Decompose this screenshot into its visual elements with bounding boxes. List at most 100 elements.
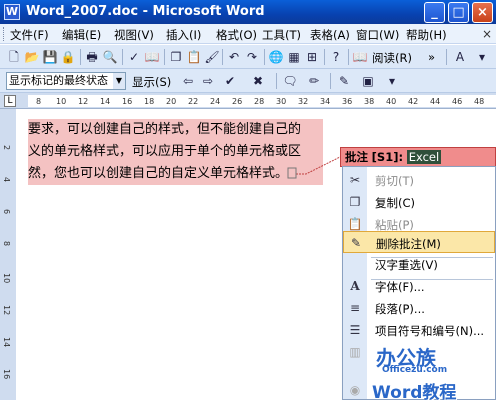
horizontal-ruler[interactable]: L 8 10 12 14 16 18 20 22 24 26 28 30 32 … [0, 93, 496, 109]
menu-insert[interactable]: 插入(I) [166, 27, 201, 43]
document-close-button[interactable]: × [482, 27, 492, 41]
format-painter-icon[interactable]: 🖌 [204, 49, 220, 65]
menu-item-label: 复制(C) [375, 196, 416, 210]
ruler-tick: 46 [452, 97, 463, 106]
comment-text-selected[interactable]: Excel [406, 150, 442, 164]
ruler-tick: 40 [386, 97, 397, 106]
standard-toolbar: 🗋 📂 💾 🔒 🖶 🔍 ✓ 📖 ❐ 📋 🖌 ↶ ↷ 🌐 ▦ ⊞ ? 📖 阅读(R… [0, 45, 496, 69]
document-line[interactable]: 然，您也可以创建自己的自定义单元格样式。 [28, 163, 323, 185]
highlight-icon[interactable]: ✏ [306, 73, 322, 89]
vruler-tick: 6 [2, 209, 11, 215]
ruler-tick: 30 [276, 97, 287, 106]
new-document-icon[interactable]: 🗋 [6, 49, 22, 65]
minimize-button[interactable]: _ [424, 2, 445, 23]
menu-format[interactable]: 格式(O) [216, 27, 257, 43]
font-icon: A [350, 279, 360, 293]
menu-item-paragraph[interactable]: ≡ 段落(P)... [343, 297, 495, 319]
spelling-icon[interactable]: ✓ [126, 49, 142, 65]
reviewing-pane-icon[interactable]: ▣ [360, 73, 376, 89]
ruler-tick: 12 [78, 97, 89, 106]
vruler-tick: 12 [2, 305, 11, 316]
delete-comment-icon: ✎ [350, 236, 362, 250]
insert-comment-icon[interactable]: 🗨 [282, 73, 298, 89]
menu-bar: 文件(F) 编辑(E) 视图(V) 插入(I) 格式(O) 工具(T) 表格(A… [0, 24, 496, 44]
reject-change-icon[interactable]: ✖ [250, 73, 266, 89]
globe-icon: ◉ [349, 383, 361, 397]
menu-tools[interactable]: 工具(T) [262, 27, 301, 43]
ruler-tick: 34 [320, 97, 331, 106]
show-markup-menu[interactable]: 显示(S) [132, 74, 171, 90]
toolbar-separator [324, 49, 325, 65]
vruler-tick: 2 [2, 145, 11, 151]
maximize-button[interactable]: □ [448, 2, 469, 23]
menu-item-font[interactable]: A 字体(F)... [343, 275, 495, 297]
menu-table[interactable]: 表格(A) [310, 27, 350, 43]
accept-change-icon[interactable]: ✔ [222, 73, 238, 89]
ruler-tick: 38 [364, 97, 375, 106]
toolbar-options-icon[interactable]: ▾ [474, 49, 490, 65]
copy-icon[interactable]: ❐ [168, 49, 184, 65]
previous-change-icon[interactable]: ⇦ [180, 73, 196, 89]
tab-selector-icon[interactable]: L [4, 95, 16, 107]
menu-edit[interactable]: 编辑(E) [62, 27, 101, 43]
menu-file[interactable]: 文件(F) [10, 27, 49, 43]
menu-help[interactable]: 帮助(H) [406, 27, 447, 43]
tables-borders-icon[interactable]: ▦ [286, 49, 302, 65]
vruler-tick: 16 [2, 369, 11, 380]
print-preview-icon[interactable]: 🔍 [102, 49, 118, 65]
redo-icon[interactable]: ↷ [244, 49, 260, 65]
reading-mode-button[interactable]: 阅读(R) [372, 50, 412, 66]
track-changes-icon[interactable]: ✎ [336, 73, 352, 89]
research-icon[interactable]: 📖 [144, 49, 160, 65]
document-line[interactable]: 要求，可以创建自己的样式，但不能创建自己的 [28, 119, 323, 141]
menu-item-cut[interactable]: ✂ 剪切(T) [343, 169, 495, 191]
comment-id: [S1]: [371, 150, 404, 164]
ruler-tick: 36 [342, 97, 353, 106]
help-icon[interactable]: ? [328, 49, 344, 65]
chevron-down-icon[interactable]: ▼ [113, 73, 125, 89]
menu-view[interactable]: 视图(V) [114, 27, 154, 43]
toolbar-separator [264, 49, 265, 65]
open-folder-icon[interactable]: 📂 [24, 49, 40, 65]
save-icon[interactable]: 💾 [42, 49, 58, 65]
markup-view-select[interactable]: 显示标记的最终状态 ▼ [6, 72, 126, 90]
document-body[interactable]: 要求，可以创建自己的样式，但不能创建自己的 义的单元格样式，可以应用于单个的单元… [28, 119, 323, 185]
permission-icon[interactable]: 🔒 [60, 49, 76, 65]
menu-item-delete-comment[interactable]: ✎ 删除批注(M) [343, 231, 495, 253]
vruler-tick: 14 [2, 337, 11, 348]
ruler-tick: 32 [298, 97, 309, 106]
menu-item-copy[interactable]: ❐ 复制(C) [343, 191, 495, 213]
ruler-tick: 26 [232, 97, 243, 106]
font-size-increase-icon[interactable]: A [452, 49, 468, 65]
bullets-icon: ☰ [349, 323, 361, 337]
ruler-tick: 20 [166, 97, 177, 106]
ruler-tick: 44 [430, 97, 441, 106]
ruler-strip: 8 10 12 14 16 18 20 22 24 26 28 30 32 34… [28, 95, 496, 107]
ruler-tick: 48 [474, 97, 485, 106]
title-bar: W Word_2007.doc - Microsoft Word _ □ × [0, 0, 496, 24]
paste-icon[interactable]: 📋 [186, 49, 202, 65]
ruler-tick: 18 [144, 97, 155, 106]
print-icon[interactable]: 🖶 [84, 49, 100, 65]
book-icon[interactable]: 📖 [352, 49, 368, 65]
toolbar-separator [348, 49, 349, 65]
menu-item-reconvert[interactable]: 汉字重选(V) [343, 253, 495, 275]
comment-balloon[interactable]: 批注 [S1]: Excel [340, 147, 496, 167]
undo-icon[interactable]: ↶ [226, 49, 242, 65]
hyperlink-icon[interactable]: 🌐 [268, 49, 284, 65]
menu-item-bullets-numbering[interactable]: ☰ 项目符号和编号(N)... [343, 319, 495, 341]
next-change-icon[interactable]: ⇨ [200, 73, 216, 89]
document-line[interactable]: 义的单元格样式，可以应用于单个的单元格或区 [28, 141, 323, 163]
close-button[interactable]: × [472, 2, 493, 23]
toolbar-options-overflow[interactable]: » [428, 50, 435, 64]
vertical-ruler[interactable]: 2 4 6 8 10 12 14 16 [0, 109, 16, 400]
menu-window[interactable]: 窗口(W) [356, 27, 399, 43]
menu-grip-handle[interactable] [3, 27, 6, 41]
word-app-icon[interactable]: W [4, 4, 20, 20]
reviewing-toolbar: 显示标记的最终状态 ▼ 显示(S) ⇦ ⇨ ✔ ✖ 🗨 ✏ ✎ ▣ ▾ [0, 69, 496, 93]
scissors-icon: ✂ [349, 173, 361, 187]
toolbar-options-icon[interactable]: ▾ [384, 73, 400, 89]
ruler-tick: 24 [210, 97, 221, 106]
ruler-tick: 16 [122, 97, 133, 106]
insert-table-icon[interactable]: ⊞ [304, 49, 320, 65]
